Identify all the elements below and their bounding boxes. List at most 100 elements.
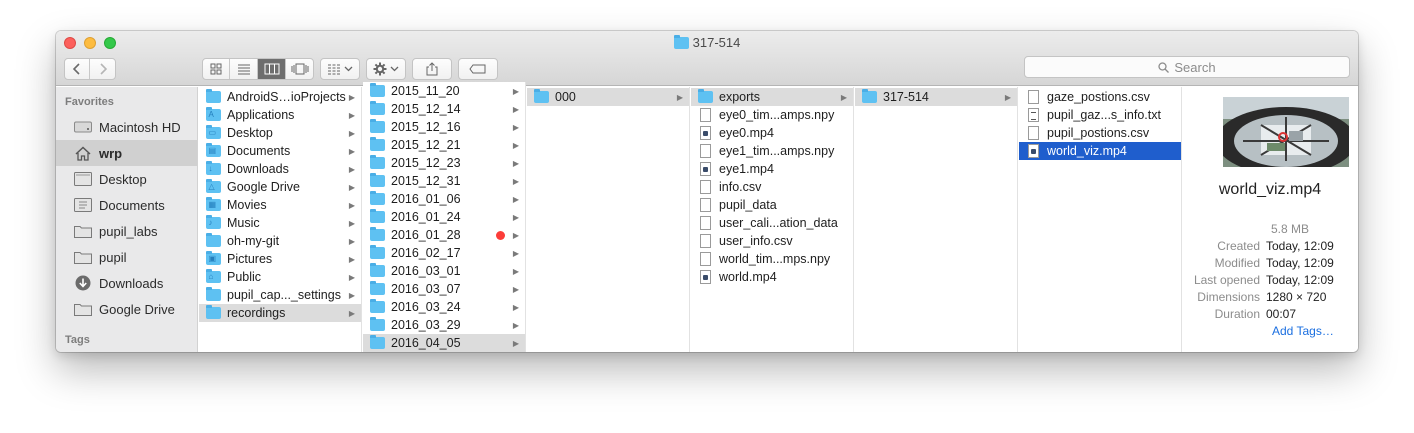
- view-mode-control: [202, 58, 314, 80]
- list-item[interactable]: gaze_postions.csv: [1019, 88, 1181, 106]
- sidebar-item-documents[interactable]: Documents: [56, 192, 197, 218]
- list-item-selected[interactable]: 2016_04_05 ▶: [363, 334, 525, 352]
- list-item[interactable]: A Applications ▶: [199, 106, 361, 124]
- search-field[interactable]: Search: [1024, 56, 1350, 78]
- list-item[interactable]: 2015_12_23 ▶: [363, 154, 525, 172]
- disclosure-arrow-icon: ▶: [512, 176, 520, 186]
- window-title: 317-514: [56, 35, 1358, 52]
- share-icon: [426, 62, 438, 76]
- list-item[interactable]: ⌂ Public ▶: [199, 268, 361, 286]
- folder-icon: [369, 335, 385, 350]
- list-item[interactable]: world.mp4: [691, 268, 853, 286]
- list-item[interactable]: oh-my-git ▶: [199, 232, 361, 250]
- sidebar-item-wrp[interactable]: wrp: [56, 140, 197, 166]
- list-item[interactable]: 2016_01_28 ▶: [363, 226, 525, 244]
- folder-icon: [205, 89, 221, 104]
- search-icon: [1158, 61, 1170, 73]
- list-item-selected[interactable]: exports ▶: [691, 88, 853, 106]
- list-item[interactable]: user_info.csv: [691, 232, 853, 250]
- list-item[interactable]: info.csv: [691, 178, 853, 196]
- document-icon: [1025, 126, 1041, 140]
- disclosure-arrow-icon: ▶: [512, 122, 520, 132]
- disclosure-arrow-icon: ▶: [348, 200, 356, 210]
- list-item[interactable]: ▦ Movies ▶: [199, 196, 361, 214]
- cover-flow-button[interactable]: [286, 59, 313, 79]
- list-item[interactable]: ▣ Pictures ▶: [199, 250, 361, 268]
- preview-file-size: 5.8 MB: [1271, 222, 1310, 236]
- document-icon: [1025, 90, 1041, 104]
- list-item[interactable]: 2016_03_24 ▶: [363, 298, 525, 316]
- list-item[interactable]: 2015_12_16 ▶: [363, 118, 525, 136]
- list-item[interactable]: eye0_tim...amps.npy: [691, 106, 853, 124]
- list-item[interactable]: 2016_03_07 ▶: [363, 280, 525, 298]
- list-item-selected[interactable]: world_viz.mp4: [1019, 142, 1181, 160]
- list-item[interactable]: ▤ Documents ▶: [199, 142, 361, 160]
- list-item[interactable]: 2016_01_24 ▶: [363, 208, 525, 226]
- documents-icon: [73, 197, 93, 213]
- list-item[interactable]: world_tim...mps.npy: [691, 250, 853, 268]
- video-file-icon: [697, 270, 713, 284]
- list-item[interactable]: 2016_03_01 ▶: [363, 262, 525, 280]
- list-item[interactable]: AndroidS…ioProjects ▶: [199, 88, 361, 106]
- folder-icon: [369, 245, 385, 260]
- folder-icon: [369, 299, 385, 314]
- arrange-button[interactable]: [320, 58, 360, 80]
- disclosure-arrow-icon: ▶: [512, 284, 520, 294]
- icon-view-button[interactable]: [203, 59, 230, 79]
- list-item[interactable]: 2015_12_31 ▶: [363, 172, 525, 190]
- list-item[interactable]: ▭ Desktop ▶: [199, 124, 361, 142]
- disclosure-arrow-icon: ▶: [348, 110, 356, 120]
- list-item[interactable]: ↓ Downloads ▶: [199, 160, 361, 178]
- list-item[interactable]: 2015_12_14 ▶: [363, 100, 525, 118]
- list-item[interactable]: △ Google Drive ▶: [199, 178, 361, 196]
- list-item-selected[interactable]: 317-514 ▶: [855, 88, 1017, 106]
- list-item[interactable]: eye0.mp4: [691, 124, 853, 142]
- disclosure-arrow-icon: ▶: [512, 140, 520, 150]
- column-view-button[interactable]: [258, 59, 286, 79]
- forward-button[interactable]: [90, 59, 115, 79]
- sidebar-item-pupil[interactable]: pupil: [56, 244, 197, 270]
- sidebar-item-pupil-labs[interactable]: pupil_labs: [56, 218, 197, 244]
- list-item-selected[interactable]: recordings ▶: [199, 304, 361, 322]
- list-item[interactable]: pupil_gaz...s_info.txt: [1019, 106, 1181, 124]
- list-item[interactable]: 2016_03_29 ▶: [363, 316, 525, 334]
- list-item[interactable]: pupil_data: [691, 196, 853, 214]
- sidebar-item-google-drive[interactable]: Google Drive: [56, 296, 197, 322]
- list-item[interactable]: ♪ Music ▶: [199, 214, 361, 232]
- list-item[interactable]: 2015_11_20 ▶: [363, 82, 525, 100]
- folder-icon: [369, 119, 385, 134]
- document-icon: [697, 144, 713, 158]
- list-item[interactable]: eye1.mp4: [691, 160, 853, 178]
- share-button[interactable]: [412, 58, 452, 80]
- add-tags-link[interactable]: Add Tags…: [1272, 324, 1334, 338]
- sidebar-item-label: Documents: [99, 197, 165, 213]
- folder-icon: [205, 233, 221, 248]
- disclosure-arrow-icon: ▶: [512, 302, 520, 312]
- chevron-left-icon: [73, 63, 80, 75]
- sidebar-item-downloads[interactable]: Downloads: [56, 270, 197, 296]
- list-item-selected[interactable]: 000 ▶: [527, 88, 689, 106]
- action-button[interactable]: [366, 58, 406, 80]
- sidebar-item-label: Macintosh HD: [99, 119, 181, 135]
- desktop-folder-icon: ▭: [205, 125, 221, 140]
- list-item[interactable]: 2016_02_17 ▶: [363, 244, 525, 262]
- applications-folder-icon: A: [205, 107, 221, 122]
- disclosure-arrow-icon: ▶: [348, 92, 356, 102]
- sidebar-item-desktop[interactable]: Desktop: [56, 166, 197, 192]
- video-thumbnail[interactable]: [1223, 97, 1349, 167]
- edit-tags-button[interactable]: [458, 58, 498, 80]
- folder-icon: [369, 317, 385, 332]
- back-button[interactable]: [65, 59, 90, 79]
- column-recording: 000 ▶: [527, 87, 690, 352]
- list-item[interactable]: 2016_01_06 ▶: [363, 190, 525, 208]
- list-item[interactable]: pupil_cap..._settings ▶: [199, 286, 361, 304]
- sidebar-item-macintosh-hd[interactable]: Macintosh HD: [56, 114, 197, 140]
- list-item[interactable]: eye1_tim...amps.npy: [691, 142, 853, 160]
- text-file-icon: [1025, 108, 1041, 122]
- disclosure-arrow-icon: ▶: [348, 182, 356, 192]
- list-item[interactable]: user_cali...ation_data: [691, 214, 853, 232]
- list-item[interactable]: 2015_12_21 ▶: [363, 136, 525, 154]
- list-item[interactable]: pupil_postions.csv: [1019, 124, 1181, 142]
- preview-file-name: world_viz.mp4: [1218, 181, 1322, 198]
- list-view-button[interactable]: [230, 59, 258, 79]
